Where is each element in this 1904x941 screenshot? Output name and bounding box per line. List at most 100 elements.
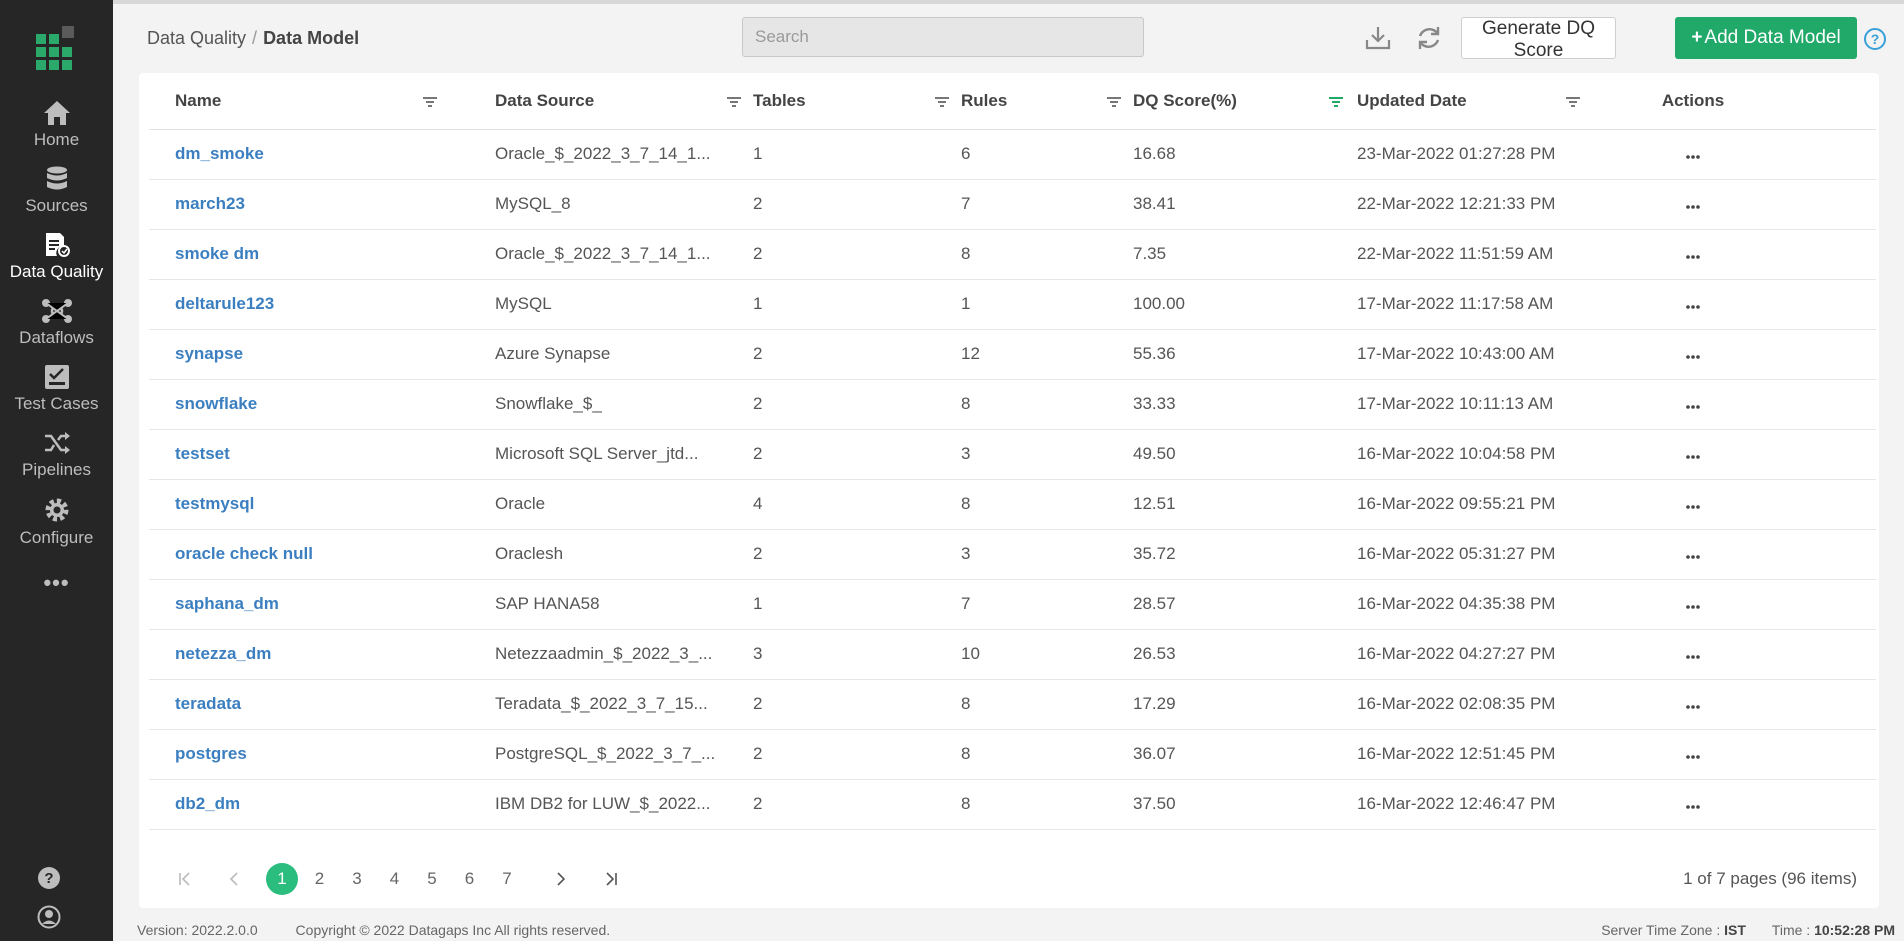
table-row[interactable]: postgresPostgreSQL_$_2022_3_7_...2836.07… (149, 729, 1876, 779)
more-actions-icon[interactable] (1686, 755, 1700, 759)
column-header-name[interactable]: Name (149, 73, 495, 129)
row-actions (1590, 679, 1876, 729)
row-name-link[interactable]: oracle check null (149, 529, 495, 579)
more-actions-icon[interactable] (1686, 455, 1700, 459)
help-icon[interactable]: ? (37, 866, 63, 892)
row-updated-date: 17-Mar-2022 10:11:13 AM (1357, 379, 1590, 429)
column-header-data-source[interactable]: Data Source (495, 73, 753, 129)
table-row[interactable]: snowflakeSnowflake_$_2833.3317-Mar-2022 … (149, 379, 1876, 429)
row-updated-date: 17-Mar-2022 10:43:00 AM (1357, 329, 1590, 379)
row-name-link[interactable]: testset (149, 429, 495, 479)
sidebar-item-data-quality[interactable]: Data Quality (0, 232, 113, 296)
row-rules: 12 (961, 329, 1133, 379)
more-actions-icon[interactable] (1686, 355, 1700, 359)
sidebar-item-configure[interactable]: Configure (0, 496, 113, 560)
table-row[interactable]: saphana_dmSAP HANA581728.5716-Mar-2022 0… (149, 579, 1876, 629)
download-icon[interactable] (1364, 24, 1394, 54)
column-header-dq-score[interactable]: DQ Score(%) (1133, 73, 1357, 129)
sidebar-item-pipelines[interactable]: Pipelines (0, 430, 113, 494)
app-logo[interactable] (36, 26, 76, 68)
more-actions-icon[interactable] (1686, 705, 1700, 709)
more-actions-icon[interactable] (1686, 405, 1700, 409)
breadcrumb-current: Data Model (263, 28, 359, 48)
column-header-rules[interactable]: Rules (961, 73, 1133, 129)
row-actions (1590, 479, 1876, 529)
row-name-link[interactable]: march23 (149, 179, 495, 229)
next-page-icon[interactable] (545, 863, 577, 895)
generate-dq-score-button[interactable]: Generate DQ Score (1461, 17, 1616, 59)
page-4-button[interactable]: 4 (379, 863, 411, 895)
column-header-updated-date[interactable]: Updated Date (1357, 73, 1590, 129)
table-row[interactable]: netezza_dmNetezzaadmin_$_2022_3_...31026… (149, 629, 1876, 679)
filter-icon[interactable] (1566, 97, 1580, 107)
more-icon[interactable]: ••• (0, 570, 113, 596)
more-actions-icon[interactable] (1686, 805, 1700, 809)
sidebar-item-dataflows[interactable]: Dataflows (0, 298, 113, 362)
table-row[interactable]: testsetMicrosoft SQL Server_jtd...2349.5… (149, 429, 1876, 479)
sidebar-item-test-cases[interactable]: Test Cases (0, 364, 113, 428)
filter-icon[interactable] (1107, 97, 1121, 107)
table-row[interactable]: dm_smokeOracle_$_2022_3_7_14_1...1616.68… (149, 129, 1876, 179)
user-icon[interactable] (37, 905, 63, 931)
filter-icon[interactable] (423, 97, 437, 107)
copyright-text: Copyright © 2022 Datagaps Inc All rights… (296, 922, 611, 938)
page-5-button[interactable]: 5 (416, 863, 448, 895)
row-name-link[interactable]: smoke dm (149, 229, 495, 279)
column-header-tables[interactable]: Tables (753, 73, 961, 129)
row-name-link[interactable]: saphana_dm (149, 579, 495, 629)
row-dq-score: 33.33 (1133, 379, 1357, 429)
sidebar-item-label: Configure (0, 528, 113, 548)
row-actions (1590, 179, 1876, 229)
row-name-link[interactable]: synapse (149, 329, 495, 379)
refresh-icon[interactable] (1415, 24, 1445, 54)
page-3-button[interactable]: 3 (341, 863, 373, 895)
table-row[interactable]: synapseAzure Synapse21255.3617-Mar-2022 … (149, 329, 1876, 379)
table-row[interactable]: oracle check nullOraclesh2335.7216-Mar-2… (149, 529, 1876, 579)
database-icon (46, 166, 68, 192)
sidebar-item-sources[interactable]: Sources (0, 166, 113, 230)
more-actions-icon[interactable] (1686, 555, 1700, 559)
more-actions-icon[interactable] (1686, 205, 1700, 209)
breadcrumb-root[interactable]: Data Quality (147, 28, 246, 48)
table-row[interactable]: march23MySQL_82738.4122-Mar-2022 12:21:3… (149, 179, 1876, 229)
row-actions (1590, 279, 1876, 329)
row-name-link[interactable]: netezza_dm (149, 629, 495, 679)
page-7-button[interactable]: 7 (491, 863, 523, 895)
row-name-link[interactable]: postgres (149, 729, 495, 779)
help-icon[interactable]: ? (1864, 28, 1886, 50)
add-data-model-button[interactable]: +Add Data Model (1675, 17, 1857, 59)
row-name-link[interactable]: snowflake (149, 379, 495, 429)
more-actions-icon[interactable] (1686, 255, 1700, 259)
search-input[interactable] (742, 17, 1144, 57)
table-row[interactable]: testmysqlOracle4812.5116-Mar-2022 09:55:… (149, 479, 1876, 529)
more-actions-icon[interactable] (1686, 305, 1700, 309)
row-name-link[interactable]: db2_dm (149, 779, 495, 829)
last-page-icon[interactable] (595, 863, 627, 895)
row-actions (1590, 379, 1876, 429)
row-name-link[interactable]: teradata (149, 679, 495, 729)
more-actions-icon[interactable] (1686, 155, 1700, 159)
column-label: Data Source (495, 91, 594, 110)
row-updated-date: 16-Mar-2022 04:35:38 PM (1357, 579, 1590, 629)
more-actions-icon[interactable] (1686, 605, 1700, 609)
table-row[interactable]: deltarule123MySQL11100.0017-Mar-2022 11:… (149, 279, 1876, 329)
row-name-link[interactable]: deltarule123 (149, 279, 495, 329)
table-row[interactable]: db2_dmIBM DB2 for LUW_$_2022...2837.5016… (149, 779, 1876, 829)
table-row[interactable]: teradataTeradata_$_2022_3_7_15...2817.29… (149, 679, 1876, 729)
table-row[interactable]: smoke dmOracle_$_2022_3_7_14_1...287.352… (149, 229, 1876, 279)
page-6-button[interactable]: 6 (454, 863, 486, 895)
filter-active-icon[interactable] (1329, 97, 1343, 107)
row-name-link[interactable]: testmysql (149, 479, 495, 529)
first-page-icon[interactable] (169, 863, 201, 895)
row-name-link[interactable]: dm_smoke (149, 129, 495, 179)
page-2-button[interactable]: 2 (304, 863, 336, 895)
filter-icon[interactable] (935, 97, 949, 107)
row-tables: 1 (753, 579, 961, 629)
more-actions-icon[interactable] (1686, 505, 1700, 509)
sidebar-item-home[interactable]: Home (0, 100, 113, 164)
sidebar: Home Sources Data Quality Dataflows Test… (0, 0, 113, 941)
prev-page-icon[interactable] (219, 863, 251, 895)
filter-icon[interactable] (727, 97, 741, 107)
more-actions-icon[interactable] (1686, 655, 1700, 659)
page-1-button[interactable]: 1 (266, 863, 298, 895)
